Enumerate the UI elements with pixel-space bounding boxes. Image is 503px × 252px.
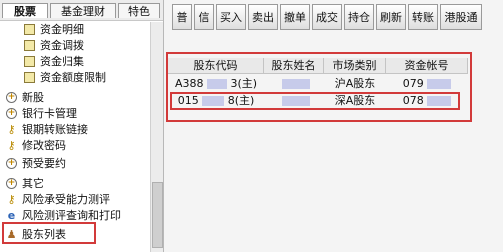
redaction-block xyxy=(282,79,310,89)
redaction-block xyxy=(206,79,227,89)
holder-code-cell: A388 3(主) xyxy=(168,76,264,92)
column-header-fund-account[interactable]: 资金帐号 xyxy=(386,58,468,74)
tree-item-label: 预受要约 xyxy=(22,157,66,170)
doc-icon xyxy=(24,72,35,83)
category-tab-bar: 股票 基金理财 特色 xyxy=(0,0,163,21)
margin-trade-button[interactable]: 信 xyxy=(194,4,214,30)
tree-item-label: 银期转账链接 xyxy=(22,123,88,136)
holder-code-cell: 015 8(主) xyxy=(168,93,264,109)
sell-button[interactable]: 卖出 xyxy=(248,4,278,30)
expand-plus-icon[interactable]: + xyxy=(6,108,17,119)
holder-code-suffix: 8(主) xyxy=(227,94,255,107)
deals-button[interactable]: 成交 xyxy=(312,4,342,30)
column-header-holder-code[interactable]: 股东代码 xyxy=(168,58,264,74)
market-type-cell: 深A股东 xyxy=(334,94,376,107)
ie-e-icon: e xyxy=(7,209,16,222)
holder-code-prefix: 015 xyxy=(177,94,199,107)
redaction-block xyxy=(427,96,452,106)
tree-item-label: 修改密码 xyxy=(22,139,66,152)
market-type-cell: 沪A股东 xyxy=(334,77,376,90)
holder-code-suffix: 3(主) xyxy=(230,77,258,90)
tab-stocks[interactable]: 股票 xyxy=(2,3,48,18)
tree-scrollbar[interactable] xyxy=(150,22,163,252)
table-row[interactable]: A388 3(主) 沪A股东 079 xyxy=(168,76,468,92)
buy-button[interactable]: 买入 xyxy=(216,4,246,30)
column-header-market-type[interactable]: 市场类别 xyxy=(324,58,386,74)
cancel-order-button[interactable]: 撤单 xyxy=(280,4,310,30)
holder-code-prefix: A388 xyxy=(174,77,204,90)
key-icon: ⚷ xyxy=(7,139,16,152)
tree-item-label: 风险承受能力测评 xyxy=(22,193,110,206)
fund-account-cell: 079 xyxy=(386,76,468,92)
expand-plus-icon[interactable]: + xyxy=(6,178,17,189)
column-header-holder-name[interactable]: 股东姓名 xyxy=(264,58,324,74)
highlight-box-shareholder-list xyxy=(2,222,96,244)
fund-account-cell: 078 xyxy=(386,93,468,109)
expand-plus-icon[interactable]: + xyxy=(6,92,17,103)
left-navigation-panel: 股票 基金理财 特色 资金明细 资金调拨 资金归集 资金额度限制 + 新股 + … xyxy=(0,0,164,252)
tree-item-label: 资金明细 xyxy=(40,23,84,36)
holder-name-cell xyxy=(264,93,324,109)
tree-item-label: 新股 xyxy=(22,91,44,104)
tab-fund-finance[interactable]: 基金理财 xyxy=(50,3,116,18)
redaction-block xyxy=(202,96,225,106)
tab-featured[interactable]: 特色 xyxy=(118,3,160,18)
scrollbar-thumb[interactable] xyxy=(152,182,163,248)
positions-button[interactable]: 持仓 xyxy=(344,4,374,30)
redaction-block xyxy=(282,96,310,106)
expand-plus-icon[interactable]: + xyxy=(6,158,17,169)
key-icon: ⚷ xyxy=(7,193,16,206)
table-row[interactable]: 015 8(主) 深A股东 078 xyxy=(168,93,468,109)
tree-item-label: 资金调拨 xyxy=(40,39,84,52)
normal-trade-button[interactable]: 普 xyxy=(172,4,192,30)
key-icon: ⚷ xyxy=(7,123,16,136)
doc-icon xyxy=(24,40,35,51)
hk-connect-button[interactable]: 港股通 xyxy=(440,4,482,30)
doc-icon xyxy=(24,24,35,35)
tree-item-label: 资金归集 xyxy=(40,55,84,68)
tree-item-label: 银行卡管理 xyxy=(22,107,77,120)
main-content-panel: 普 信 买入 卖出 撤单 成交 持仓 刷新 转账 港股通 股东代码 股东姓名 市… xyxy=(164,0,503,252)
table-header: 股东代码 股东姓名 市场类别 资金帐号 xyxy=(168,58,468,74)
tree-item-label: 资金额度限制 xyxy=(40,71,106,84)
holder-name-cell xyxy=(264,76,324,92)
redaction-block xyxy=(427,79,452,89)
refresh-button[interactable]: 刷新 xyxy=(376,4,406,30)
doc-icon xyxy=(24,56,35,67)
tree-item-label: 其它 xyxy=(22,177,44,190)
transfer-button[interactable]: 转账 xyxy=(408,4,438,30)
